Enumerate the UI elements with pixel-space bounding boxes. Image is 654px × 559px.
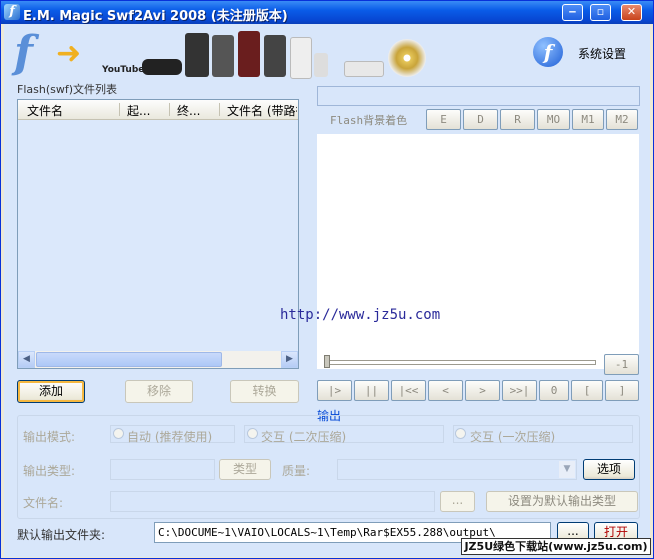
mode-auto-radio[interactable] bbox=[113, 428, 124, 439]
flash-d-button[interactable]: D bbox=[463, 109, 498, 130]
arrow-icon: ➜ bbox=[56, 36, 82, 71]
remove-button[interactable]: 移除 bbox=[125, 380, 193, 403]
scroll-right-icon[interactable]: ▶ bbox=[281, 351, 298, 368]
youtube-logo: YouTube bbox=[102, 65, 145, 75]
mode-interactive-1-label[interactable]: 交互 (一次压缩) bbox=[470, 428, 555, 445]
mode-auto-label[interactable]: 自动 (推荐使用) bbox=[127, 428, 212, 445]
ipod-nano-icon bbox=[314, 53, 328, 77]
filename-label: 文件名: bbox=[23, 496, 64, 510]
quality-dropdown-chevron-icon[interactable]: ▼ bbox=[559, 461, 575, 478]
flash-info-field bbox=[317, 86, 640, 106]
step-forward-button[interactable]: > bbox=[465, 380, 500, 401]
filename-browse-button[interactable]: ... bbox=[440, 491, 475, 512]
convert-button[interactable]: 转换 bbox=[230, 380, 299, 403]
flash-m1-button[interactable]: M1 bbox=[572, 109, 604, 130]
output-type-field[interactable] bbox=[110, 459, 215, 480]
window-title: E.M. Magic Swf2Avi 2008 (未注册版本) bbox=[23, 9, 288, 24]
file-list[interactable]: 文件名 起... 终... 文件名 (带路径) ◀ ▶ bbox=[17, 99, 299, 369]
skip-end-button[interactable]: >>| bbox=[502, 380, 537, 401]
type-button[interactable]: 类型 bbox=[219, 459, 271, 480]
walkman-icon bbox=[238, 31, 260, 77]
scroll-thumb[interactable] bbox=[36, 352, 222, 367]
step-back-button[interactable]: < bbox=[428, 380, 463, 401]
banner-image: f ➜ YouTube bbox=[12, 27, 432, 85]
play-button[interactable]: |> bbox=[317, 380, 352, 401]
file-list-hscrollbar[interactable]: ◀ ▶ bbox=[18, 351, 298, 368]
site-badge: JZ5U绿色下载站(www.jz5u.com) bbox=[461, 538, 651, 555]
scroll-left-icon[interactable]: ◀ bbox=[18, 351, 35, 368]
flash-bg-color-label: Flash背景着色 bbox=[330, 114, 408, 127]
flash-m2-button[interactable]: M2 bbox=[606, 109, 638, 130]
output-mode-label: 输出模式: bbox=[23, 430, 76, 444]
mark-out-button[interactable]: ] bbox=[605, 380, 639, 401]
mark-in-button[interactable]: [ bbox=[571, 380, 603, 401]
set-default-type-button[interactable]: 设置为默认输出类型 bbox=[486, 491, 638, 512]
title-bar[interactable]: f E.M. Magic Swf2Avi 2008 (未注册版本) ‒ ▫ ✕ bbox=[1, 1, 653, 24]
col-fullpath[interactable]: 文件名 (带路径) bbox=[227, 102, 297, 119]
settings-flash-icon[interactable]: f bbox=[533, 37, 563, 67]
flash-e-button[interactable]: E bbox=[426, 109, 461, 130]
rewind-start-button[interactable]: |<< bbox=[391, 380, 426, 401]
options-button[interactable]: 选项 bbox=[583, 459, 635, 480]
apple-tv-icon bbox=[344, 61, 384, 77]
pause-button[interactable]: || bbox=[354, 380, 389, 401]
mode-interactive-2-label[interactable]: 交互 (二次压缩) bbox=[261, 428, 346, 445]
settings-label[interactable]: 系统设置 bbox=[578, 45, 626, 62]
client-area: f ➜ YouTube f 系统设置 Flash(swf)文件列表 文件名 起.… bbox=[4, 24, 650, 557]
maximize-button[interactable]: ▫ bbox=[590, 4, 611, 21]
output-type-label: 输出类型: bbox=[23, 464, 76, 478]
default-folder-label: 默认输出文件夹: bbox=[17, 528, 106, 542]
ipod-icon bbox=[290, 37, 312, 79]
col-start[interactable]: 起... bbox=[127, 102, 167, 119]
frame-counter: -1 bbox=[604, 354, 639, 375]
flash-r-button[interactable]: R bbox=[500, 109, 535, 130]
media-player-icon bbox=[264, 35, 286, 77]
col-end[interactable]: 终... bbox=[177, 102, 217, 119]
flash-logo-icon: f bbox=[14, 27, 33, 78]
iphone-icon bbox=[185, 33, 209, 77]
file-list-label: Flash(swf)文件列表 bbox=[17, 83, 118, 96]
goto-zero-button[interactable]: 0 bbox=[539, 380, 569, 401]
psp-device-icon bbox=[142, 59, 182, 75]
phone-icon bbox=[212, 35, 234, 77]
app-flash-icon: f bbox=[4, 4, 20, 20]
mode-interactive-2-radio[interactable] bbox=[247, 428, 258, 439]
add-button[interactable]: 添加 bbox=[17, 380, 85, 403]
file-list-header: 文件名 起... 终... 文件名 (带路径) bbox=[18, 100, 298, 120]
flash-preview-area[interactable] bbox=[317, 134, 639, 369]
close-button[interactable]: ✕ bbox=[621, 4, 642, 21]
dvd-disc-icon bbox=[388, 39, 426, 77]
flash-mo-button[interactable]: MO bbox=[537, 109, 570, 130]
col-filename[interactable]: 文件名 bbox=[27, 102, 117, 119]
seek-thumb[interactable] bbox=[324, 355, 330, 368]
quality-select[interactable] bbox=[337, 459, 577, 480]
minimize-button[interactable]: ‒ bbox=[562, 4, 583, 21]
mode-interactive-1-radio[interactable] bbox=[455, 428, 466, 439]
watermark-url: http://www.jz5u.com bbox=[280, 307, 441, 323]
seek-track[interactable] bbox=[326, 360, 596, 365]
output-filename-field[interactable] bbox=[110, 491, 435, 512]
quality-label: 质量: bbox=[282, 464, 311, 478]
app-window: f E.M. Magic Swf2Avi 2008 (未注册版本) ‒ ▫ ✕ … bbox=[0, 0, 654, 559]
